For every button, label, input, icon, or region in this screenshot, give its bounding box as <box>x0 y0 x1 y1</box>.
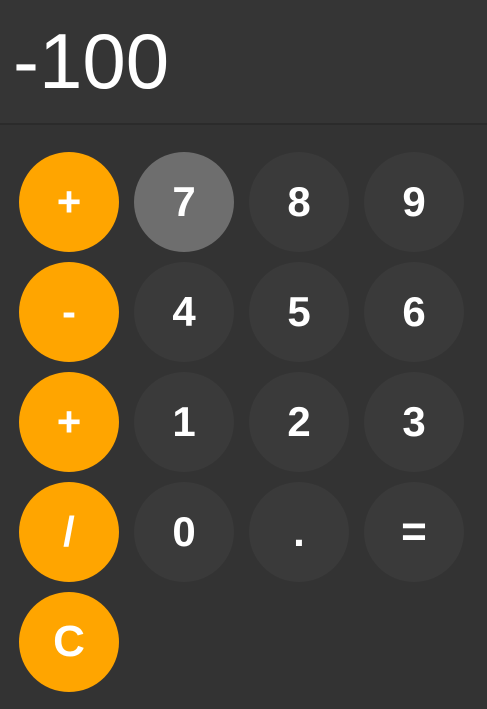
clear-button[interactable]: C <box>19 592 119 692</box>
digit-5-button[interactable]: 5 <box>249 262 349 362</box>
digit-4-button[interactable]: 4 <box>134 262 234 362</box>
calculator-display: -100 <box>0 0 487 125</box>
display-value: -100 <box>13 17 170 105</box>
equals-button[interactable]: = <box>364 482 464 582</box>
digit-6-button[interactable]: 6 <box>364 262 464 362</box>
add-button[interactable]: + <box>19 372 119 472</box>
decimal-button[interactable]: . <box>249 482 349 582</box>
digit-9-button[interactable]: 9 <box>364 152 464 252</box>
keypad: + - + / C 7 8 9 4 5 6 1 2 3 0 . = <box>0 127 487 709</box>
digit-2-button[interactable]: 2 <box>249 372 349 472</box>
subtract-button[interactable]: - <box>19 262 119 362</box>
add-button-top[interactable]: + <box>19 152 119 252</box>
divide-button[interactable]: / <box>19 482 119 582</box>
digit-3-button[interactable]: 3 <box>364 372 464 472</box>
digit-0-button[interactable]: 0 <box>134 482 234 582</box>
digit-1-button[interactable]: 1 <box>134 372 234 472</box>
digit-8-button[interactable]: 8 <box>249 152 349 252</box>
digit-7-button[interactable]: 7 <box>134 152 234 252</box>
